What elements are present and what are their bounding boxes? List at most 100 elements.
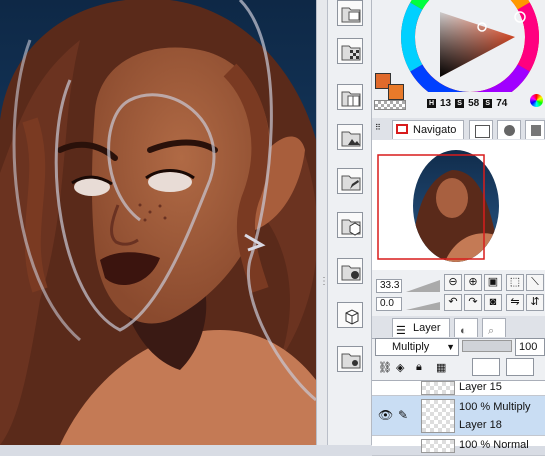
layer-thumbnail <box>421 399 455 433</box>
zoom-slider[interactable] <box>404 278 442 312</box>
grip-icon: ⠿ <box>375 123 381 132</box>
subview-icon <box>475 125 490 138</box>
dot-icon <box>341 265 361 281</box>
fit-icon: ▣ <box>487 276 499 288</box>
tab-subview[interactable] <box>469 120 493 139</box>
layer-name: Layer 15 <box>459 381 502 393</box>
material-brush-button[interactable] <box>337 258 363 284</box>
diagonal-icon: ⟍ <box>531 276 539 288</box>
panel-divider[interactable]: ⋮ <box>316 0 329 445</box>
navigator-preview[interactable] <box>372 140 545 270</box>
color-wheel[interactable] <box>395 0 545 92</box>
layer-row[interactable]: Layer 15 <box>372 381 545 396</box>
layer-tools: ⛓ ◈ 🔒︎ ▦ <box>372 358 545 378</box>
frame-select-icon: ⬚ <box>509 276 521 288</box>
chevron-down-icon: ▼ <box>446 342 455 352</box>
tab-layer-label: Layer <box>413 322 441 334</box>
h-label: H <box>427 99 436 108</box>
rotate-left-button[interactable]: ↶ <box>444 294 462 311</box>
material-frame-button[interactable] <box>337 84 363 110</box>
material-3d-button[interactable] <box>337 212 363 238</box>
flip-vertical-button[interactable]: ⇵ <box>526 294 544 311</box>
h-value: 13 <box>440 98 452 109</box>
flip-icon: ⇋ <box>510 296 520 308</box>
tab-scroll-left[interactable]: ⠿ <box>375 121 389 138</box>
material-tone-button[interactable] <box>337 38 363 64</box>
v-label: S <box>483 99 493 108</box>
zoom-out-button[interactable]: ⊖ <box>444 274 462 291</box>
blend-mode-value: Multiply <box>392 341 430 353</box>
sub-color-swatch[interactable] <box>388 84 404 100</box>
actual-size-button[interactable]: ⬚ <box>506 274 524 291</box>
zoom-in-button[interactable]: ⊕ <box>464 274 482 291</box>
rotate-right-button[interactable]: ↷ <box>464 294 482 311</box>
layers-icon: ☰ <box>396 325 406 337</box>
layer-list: Layer 15 👁︎ ✎ 100 % Multiply Layer 18 10… <box>372 380 545 456</box>
layer-row-selected[interactable]: 👁︎ ✎ 100 % Multiply Layer 18 <box>372 396 545 436</box>
tab-layer-property[interactable]: ◐ <box>454 318 478 337</box>
tab-info[interactable] <box>497 120 521 139</box>
dot-folder-icon <box>341 353 361 369</box>
layer-tabbar: ☰ Layer ◐ ⌕ <box>372 316 545 339</box>
tab-more[interactable] <box>525 120 545 139</box>
layer-name: Layer 18 <box>459 419 502 431</box>
portrait-artwork <box>0 0 316 445</box>
transparent-color-swatch[interactable] <box>374 100 406 110</box>
material-single-layer-button[interactable] <box>337 346 363 372</box>
v-value: 74 <box>496 98 508 109</box>
layer-thumbnail <box>421 381 455 395</box>
eye-icon[interactable]: 👁︎ <box>378 408 393 422</box>
color-mode-icon[interactable] <box>530 94 543 107</box>
reference-icon[interactable]: ◈ <box>396 361 404 374</box>
rotate-left-icon: ↶ <box>448 296 458 308</box>
zoom-field[interactable]: 33.3 <box>376 279 402 293</box>
info-icon <box>504 125 515 136</box>
layer-info: 100 % Normal <box>459 439 529 451</box>
zoom-in-icon: ⊕ <box>468 276 478 288</box>
clip-icon[interactable]: ⛓ <box>378 361 392 374</box>
pen-material-icon <box>341 175 361 191</box>
layer-search-icon: ⌕ <box>488 325 495 337</box>
layer-row[interactable]: 100 % Normal <box>372 436 545 456</box>
cube-outline-icon <box>345 309 359 325</box>
tab-layer-search[interactable]: ⌕ <box>482 318 506 337</box>
material-pen-button[interactable] <box>337 168 363 194</box>
cube-icon <box>341 219 361 236</box>
flip-horizontal-button[interactable]: ⇋ <box>506 294 524 311</box>
layer-property-icon: ◐ <box>460 325 467 337</box>
blend-mode-select[interactable]: Multiply ▼ <box>375 338 459 356</box>
frame-icon <box>341 91 361 107</box>
palette-color-button[interactable] <box>472 358 500 376</box>
rotate-right-icon: ↷ <box>468 296 478 308</box>
reset-icon: ◙ <box>489 296 497 308</box>
tab-layer[interactable]: ☰ Layer <box>392 318 450 337</box>
folder-icon <box>341 7 361 23</box>
diagonal-button[interactable]: ⟍ <box>526 274 544 291</box>
layer-info: 100 % Multiply <box>459 401 531 413</box>
angle-field[interactable]: 0.0 <box>376 297 402 311</box>
more-icon <box>531 125 541 136</box>
fit-button[interactable]: ▣ <box>484 274 502 291</box>
hsv-readout: H 13 S 58 S 74 <box>427 98 507 109</box>
flip-vertical-icon: ⇵ <box>530 296 540 308</box>
opacity-slider[interactable] <box>462 340 512 352</box>
tab-navigator-label: Navigato <box>413 124 457 136</box>
mask-icon[interactable]: ▦ <box>436 361 446 374</box>
checker-icon <box>341 45 361 61</box>
material-toolstrip <box>328 0 372 445</box>
navigator-thumbnail <box>377 150 499 262</box>
drawing-canvas[interactable] <box>0 0 316 445</box>
lock-icon[interactable]: 🔒︎ <box>416 361 422 374</box>
opacity-field[interactable]: 100 <box>515 338 545 356</box>
tab-navigator[interactable]: Navigato <box>392 120 464 139</box>
material-3d-object-button[interactable] <box>337 302 363 328</box>
material-image-button[interactable] <box>337 124 363 150</box>
reset-rotate-button[interactable]: ◙ <box>484 294 502 311</box>
material-folder-button[interactable] <box>337 0 363 26</box>
mountain-icon <box>341 131 361 147</box>
layer-color-button[interactable] <box>506 358 534 376</box>
navigator-controls: 33.3 0.0 ⊖ ⊕ ▣ ⬚ ⟍ ↶ ↷ ◙ ⇋ ⇵ <box>372 272 545 314</box>
s-label: S <box>455 99 465 108</box>
pen-icon: ✎ <box>398 408 409 422</box>
navigator-tabbar: Navigato <box>372 118 545 141</box>
